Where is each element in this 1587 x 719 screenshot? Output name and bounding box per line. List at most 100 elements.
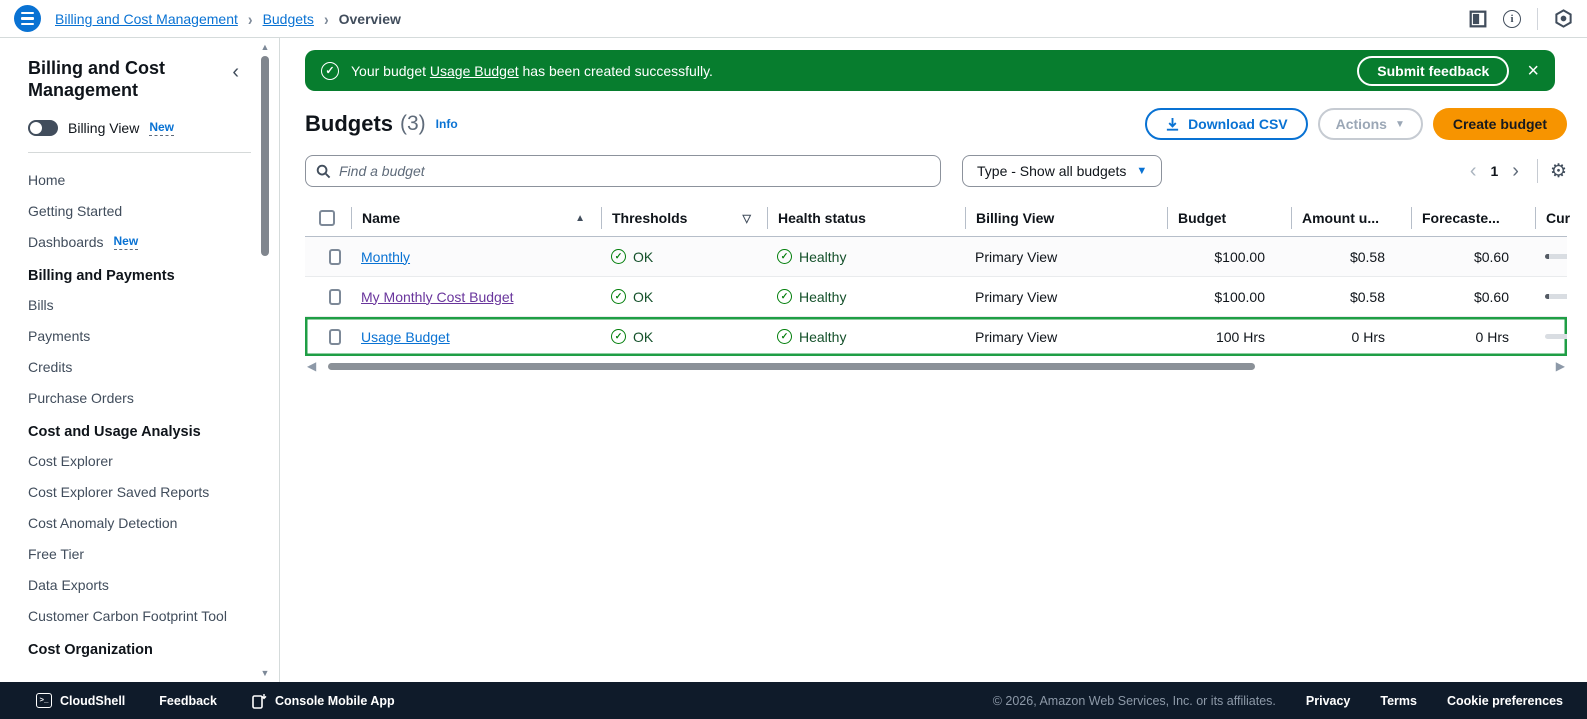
footer-legal: © 2026, Amazon Web Services, Inc. or its…	[993, 694, 1563, 708]
success-flashbar: ✓ Your budget Usage Budget has been crea…	[305, 50, 1555, 91]
flashbar-message: Your budget Usage Budget has been create…	[351, 63, 713, 79]
billing-view-toggle-label: Billing View	[68, 120, 139, 136]
row-checkbox-cell	[305, 289, 351, 305]
sidebar-divider	[28, 152, 251, 153]
budget-name-link[interactable]: My Monthly Cost Budget	[361, 289, 514, 305]
copyright-text: © 2026, Amazon Web Services, Inc. or its…	[993, 694, 1276, 708]
column-header-label: Billing View	[976, 210, 1054, 226]
info-link[interactable]: Info	[436, 117, 458, 131]
status-check-icon: ✓	[611, 289, 626, 304]
breadcrumb: Billing and Cost Management›Budgets›Over…	[55, 11, 401, 27]
scroll-down-icon[interactable]: ▼	[259, 668, 271, 678]
scrollbar-thumb[interactable]	[328, 363, 1255, 370]
horizontal-scrollbar[interactable]: ◀ ▶	[305, 359, 1567, 373]
sidebar-item-label: Bills	[28, 297, 54, 313]
table-preferences-gear-icon[interactable]: ⚙	[1550, 162, 1567, 181]
sidebar-item-cost-explorer-saved-reports[interactable]: Cost Explorer Saved Reports	[28, 477, 245, 508]
feedback-button[interactable]: Feedback	[159, 694, 217, 708]
select-all-checkbox[interactable]	[319, 210, 335, 226]
sidebar-item-dashboards[interactable]: DashboardsNew	[28, 227, 245, 258]
cloudshell-button[interactable]: >_ CloudShell	[36, 693, 125, 708]
info-icon[interactable]: i	[1503, 10, 1521, 28]
status-check-icon: ✓	[777, 289, 792, 304]
console-mobile-app-button[interactable]: Console Mobile App	[251, 693, 395, 709]
billing-view-new-badge[interactable]: New	[149, 120, 174, 136]
row-checkbox[interactable]	[329, 249, 341, 265]
sidebar-item-label: Home	[28, 172, 65, 188]
footer-link-terms[interactable]: Terms	[1380, 694, 1417, 708]
sidebar-item-payments[interactable]: Payments	[28, 321, 245, 352]
actions-button[interactable]: Actions▼	[1318, 108, 1423, 140]
threshold-status: ✓OK	[611, 249, 653, 265]
billing-view-toggle[interactable]	[28, 120, 58, 136]
submit-feedback-button[interactable]: Submit feedback	[1357, 56, 1509, 86]
filter-icon[interactable]: ▽	[743, 212, 757, 225]
budget-name-link[interactable]: Usage Budget	[361, 329, 450, 345]
sidebar-item-data-exports[interactable]: Data Exports	[28, 570, 245, 601]
sidebar-item-customer-carbon-footprint-tool[interactable]: Customer Carbon Footprint Tool	[28, 601, 245, 632]
sidebar-scrollbar-thumb[interactable]	[261, 56, 269, 256]
row-checkbox[interactable]	[329, 289, 341, 305]
column-header-amount-u-[interactable]: Amount u...	[1291, 207, 1411, 229]
search-input[interactable]	[339, 163, 930, 179]
sidebar-item-label: Cost Explorer Saved Reports	[28, 484, 209, 500]
sidebar-scrollbar[interactable]: ▲ ▼	[259, 40, 271, 680]
budget-name-link[interactable]: Monthly	[361, 249, 410, 265]
column-header-name[interactable]: Name▲	[351, 207, 601, 229]
sidebar: Billing and Cost Management ‹ Billing Vi…	[0, 38, 280, 682]
type-filter-dropdown[interactable]: Type - Show all budgets▼	[962, 155, 1162, 187]
split-panel-icon[interactable]	[1469, 10, 1487, 28]
sidebar-item-cost-explorer[interactable]: Cost Explorer	[28, 446, 245, 477]
table-toolbar: Type - Show all budgets▼ ‹ 1 › ⚙	[305, 155, 1567, 187]
scroll-right-icon[interactable]: ▶	[1554, 360, 1567, 372]
breadcrumb-link[interactable]: Billing and Cost Management	[55, 11, 238, 27]
amount-used-cell: 0 Hrs	[1291, 329, 1411, 345]
status-check-icon: ✓	[611, 249, 626, 264]
breadcrumb-link[interactable]: Budgets	[263, 11, 314, 27]
health-status-cell: ✓Healthy	[767, 329, 965, 345]
page-number[interactable]: 1	[1482, 163, 1506, 179]
sidebar-item-getting-started[interactable]: Getting Started	[28, 196, 245, 227]
footer-link-cookie-preferences[interactable]: Cookie preferences	[1447, 694, 1563, 708]
settings-icon[interactable]	[1554, 9, 1573, 28]
breadcrumb-separator-icon: ›	[324, 9, 329, 28]
current-usage-cell	[1535, 334, 1567, 339]
column-header-health-status[interactable]: Health status	[767, 207, 965, 229]
scroll-left-icon[interactable]: ◀	[305, 360, 318, 372]
flashbar-close-icon[interactable]: ×	[1525, 61, 1541, 81]
status-check-icon: ✓	[777, 329, 792, 344]
sidebar-item-bills[interactable]: Bills	[28, 290, 245, 321]
mobile-phone-icon	[251, 693, 267, 709]
flashbar-budget-link[interactable]: Usage Budget	[430, 63, 519, 79]
sidebar-item-label: Free Tier	[28, 546, 84, 562]
download-csv-button[interactable]: Download CSV	[1145, 108, 1308, 140]
row-checkbox-cell	[305, 249, 351, 265]
column-header-thresholds[interactable]: Thresholds▽	[601, 207, 767, 229]
services-menu-icon[interactable]	[14, 5, 41, 32]
column-header-billing-view[interactable]: Billing View	[965, 207, 1167, 229]
create-budget-button[interactable]: Create budget	[1433, 108, 1567, 140]
search-box[interactable]	[305, 155, 941, 187]
footer-link-privacy[interactable]: Privacy	[1306, 694, 1350, 708]
column-header-forecaste-[interactable]: Forecaste...	[1411, 207, 1535, 229]
scrollbar-track[interactable]	[318, 362, 1554, 371]
next-page-icon[interactable]: ›	[1506, 160, 1525, 183]
status-check-icon: ✓	[611, 329, 626, 344]
row-checkbox[interactable]	[329, 329, 341, 345]
sidebar-item-purchase-orders[interactable]: Purchase Orders	[28, 383, 245, 414]
sidebar-collapse-icon[interactable]: ‹	[232, 62, 239, 82]
previous-page-icon[interactable]: ‹	[1464, 160, 1483, 183]
chevron-down-icon: ▼	[1136, 165, 1147, 177]
column-header-budget[interactable]: Budget	[1167, 207, 1291, 229]
sort-ascending-icon[interactable]: ▲	[575, 213, 591, 224]
column-header-label: Budget	[1178, 210, 1226, 226]
sidebar-item-cost-anomaly-detection[interactable]: Cost Anomaly Detection	[28, 508, 245, 539]
sidebar-item-credits[interactable]: Credits	[28, 352, 245, 383]
budget-count: (3)	[400, 112, 426, 136]
sidebar-item-home[interactable]: Home	[28, 165, 245, 196]
sidebar-item-free-tier[interactable]: Free Tier	[28, 539, 245, 570]
sidebar-section-header: Cost Organization	[28, 632, 245, 664]
budget-name-cell: Usage Budget	[351, 329, 601, 345]
scroll-up-icon[interactable]: ▲	[259, 42, 271, 52]
column-header-cur[interactable]: Cur	[1535, 207, 1580, 229]
